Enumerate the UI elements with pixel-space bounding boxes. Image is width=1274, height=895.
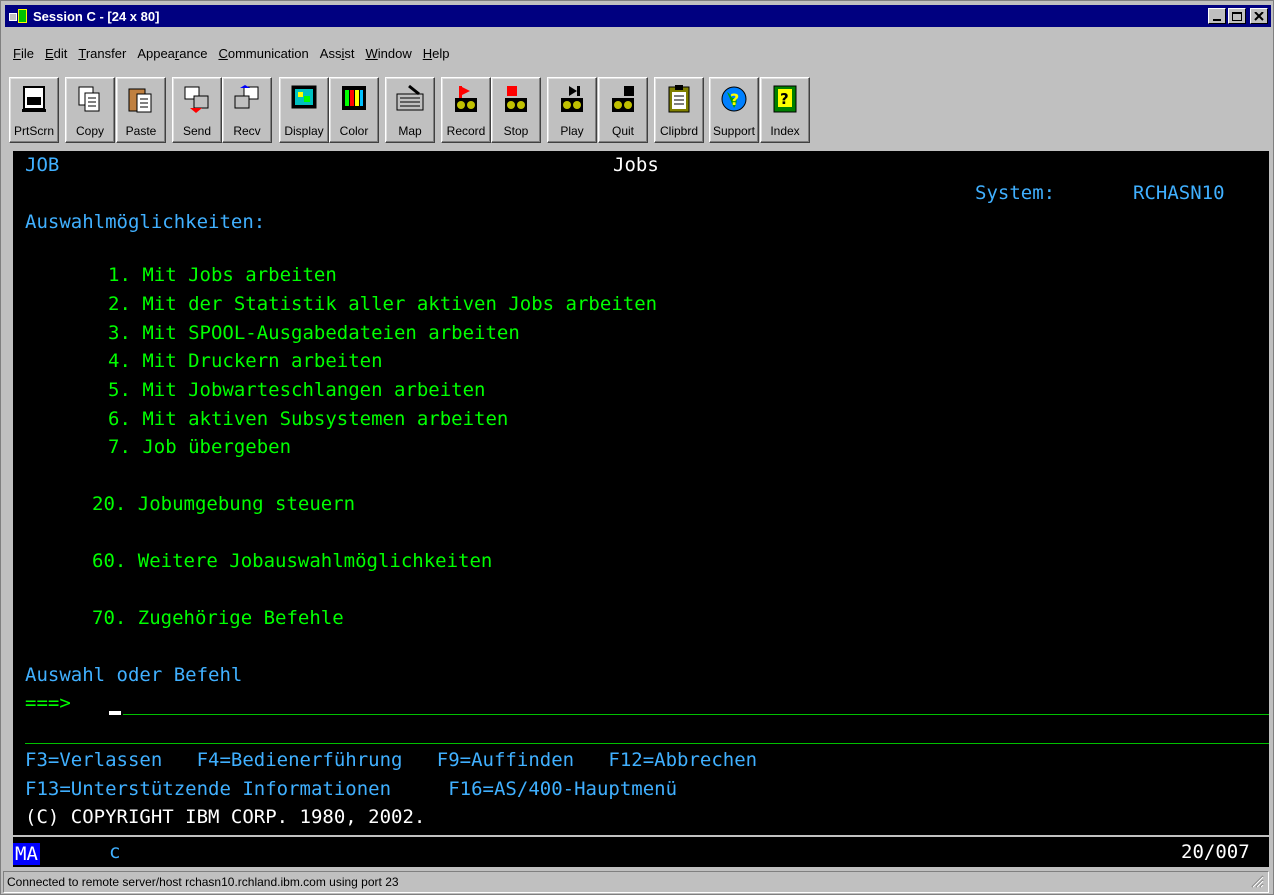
record-button[interactable]: Record [441, 77, 491, 143]
session-window: Session C - [24 x 80] File Edit Transfer Ap… [0, 0, 1274, 895]
color-icon [342, 86, 366, 110]
index-button[interactable]: ? Index [760, 77, 810, 143]
index-help-icon: ? [773, 85, 797, 113]
svg-text:?: ? [780, 90, 789, 108]
play-button[interactable]: Play [547, 77, 597, 143]
send-button[interactable]: Send [172, 77, 222, 143]
toolbar-label: Stop [503, 124, 529, 138]
toolbar-label: Send [182, 124, 212, 138]
status-bar: Connected to remote server/host rchasn10… [3, 871, 1269, 893]
prompt-label: Auswahl oder Befehl [25, 664, 243, 686]
receive-icon [234, 85, 259, 109]
menu-file[interactable]: File [7, 45, 39, 62]
option-7[interactable]: 7. Job übergeben [108, 433, 291, 462]
menu-assist[interactable]: Assist [314, 45, 360, 62]
menu-appearance[interactable]: Appearance [131, 45, 212, 62]
system-name: RCHASN10 [1133, 182, 1225, 204]
toolbar-label: Clipbrd [659, 124, 698, 138]
menu-transfer[interactable]: Transfer [72, 45, 131, 62]
toolbar-label: Color [339, 124, 369, 138]
close-button[interactable] [1250, 8, 1268, 24]
toolbar-label: Support [712, 124, 756, 138]
clipboard-icon [668, 85, 690, 113]
connection-indicator: c [109, 841, 121, 863]
stop-button[interactable]: Stop [491, 77, 541, 143]
quit-button[interactable]: Quit [598, 77, 648, 143]
toolbar-label: Copy [75, 124, 104, 138]
display-button[interactable]: Display [279, 77, 329, 143]
toolbar: PrtScrn Copy Paste Send Recv Display Color Map R… [9, 75, 1269, 147]
support-button[interactable]: ? Support [709, 77, 759, 143]
menu-id: JOB [25, 154, 60, 176]
system-label: System: [975, 182, 1056, 204]
menu-edit[interactable]: Edit [39, 45, 72, 62]
separator-line [25, 743, 1269, 744]
resize-grip-icon[interactable] [1250, 874, 1264, 888]
menu-bar: File Edit Transfer Appearance Communication A… [7, 45, 454, 62]
maximize-icon [1232, 11, 1242, 21]
minimize-button[interactable] [1208, 8, 1226, 24]
cursor [109, 711, 121, 715]
toolbar-label: Record [446, 124, 486, 138]
function-keys-line-1: F3=Verlassen F4=Bedienerführung F9=Auffi… [25, 749, 758, 771]
send-icon [184, 86, 209, 113]
cursor-position: 20/007 [1181, 841, 1250, 863]
close-icon [1254, 11, 1264, 21]
title-bar[interactable]: Session C - [24 x 80] [5, 5, 1271, 27]
option-2[interactable]: 2. Mit der Statistik aller aktiven Jobs … [108, 290, 657, 319]
mode-text: MA [13, 843, 40, 865]
support-globe-icon: ? [721, 86, 747, 112]
maximize-button[interactable] [1228, 8, 1246, 24]
paste-icon [128, 88, 152, 113]
menu-communication[interactable]: Communication [212, 45, 313, 62]
function-keys-line-2: F13=Unterstützende Informationen F16=AS/… [25, 778, 678, 800]
play-icon [561, 86, 583, 112]
toolbar-label: PrtScrn [13, 124, 54, 138]
record-icon [455, 86, 477, 112]
paste-button[interactable]: Paste [116, 77, 166, 143]
mode-indicator: MA [13, 839, 59, 865]
copy-button[interactable]: Copy [65, 77, 115, 143]
svg-text:?: ? [730, 90, 739, 109]
option-5[interactable]: 5. Mit Jobwarteschlangen arbeiten [108, 376, 486, 405]
toolbar-label: Index [770, 124, 800, 138]
quit-icon [612, 86, 634, 112]
prtscrn-button[interactable]: PrtScrn [9, 77, 59, 143]
option-20[interactable]: 20. Jobumgebung steuern [92, 490, 355, 519]
menu-help[interactable]: Help [417, 45, 455, 62]
keyboard-map-icon [396, 84, 424, 111]
clipbrd-button[interactable]: Clipbrd [654, 77, 704, 143]
option-70[interactable]: 70. Zugehörige Befehle [92, 604, 344, 633]
window-title: Session C - [24 x 80] [33, 8, 160, 24]
screen-title: Jobs [613, 154, 659, 176]
display-icon [291, 85, 317, 109]
recv-button[interactable]: Recv [222, 77, 272, 143]
toolbar-label: Quit [611, 124, 634, 138]
toolbar-label: Map [398, 124, 422, 138]
toolbar-label: Play [560, 124, 584, 138]
terminal-screen[interactable]: JOB Jobs System: RCHASN10 Auswahlmöglich… [13, 151, 1269, 835]
option-6[interactable]: 6. Mit aktiven Subsystemen arbeiten [108, 405, 508, 434]
map-button[interactable]: Map [385, 77, 435, 143]
option-60[interactable]: 60. Weitere Jobauswahlmöglichkeiten [92, 547, 492, 576]
stop-icon [505, 86, 527, 112]
option-4[interactable]: 4. Mit Druckern arbeiten [108, 347, 383, 376]
printer-icon [22, 86, 46, 112]
option-1[interactable]: 1. Mit Jobs arbeiten [108, 261, 337, 290]
status-text: Connected to remote server/host rchasn10… [7, 875, 399, 889]
command-field-underline [123, 714, 1269, 715]
color-button[interactable]: Color [329, 77, 379, 143]
operator-info-area: MA c 20/007 [13, 837, 1269, 867]
options-heading: Auswahlmöglichkeiten: [25, 211, 266, 233]
session-icon [9, 8, 29, 24]
copy-icon [78, 86, 100, 112]
toolbar-label: Paste [125, 124, 157, 138]
menu-window[interactable]: Window [359, 45, 416, 62]
command-arrow: ===> [25, 692, 71, 714]
minimize-icon [1213, 19, 1221, 21]
copyright-notice: (C) COPYRIGHT IBM CORP. 1980, 2002. [25, 806, 426, 828]
toolbar-label: Display [284, 124, 324, 138]
option-3[interactable]: 3. Mit SPOOL-Ausgabedateien arbeiten [108, 319, 520, 348]
toolbar-label: Recv [233, 124, 261, 138]
